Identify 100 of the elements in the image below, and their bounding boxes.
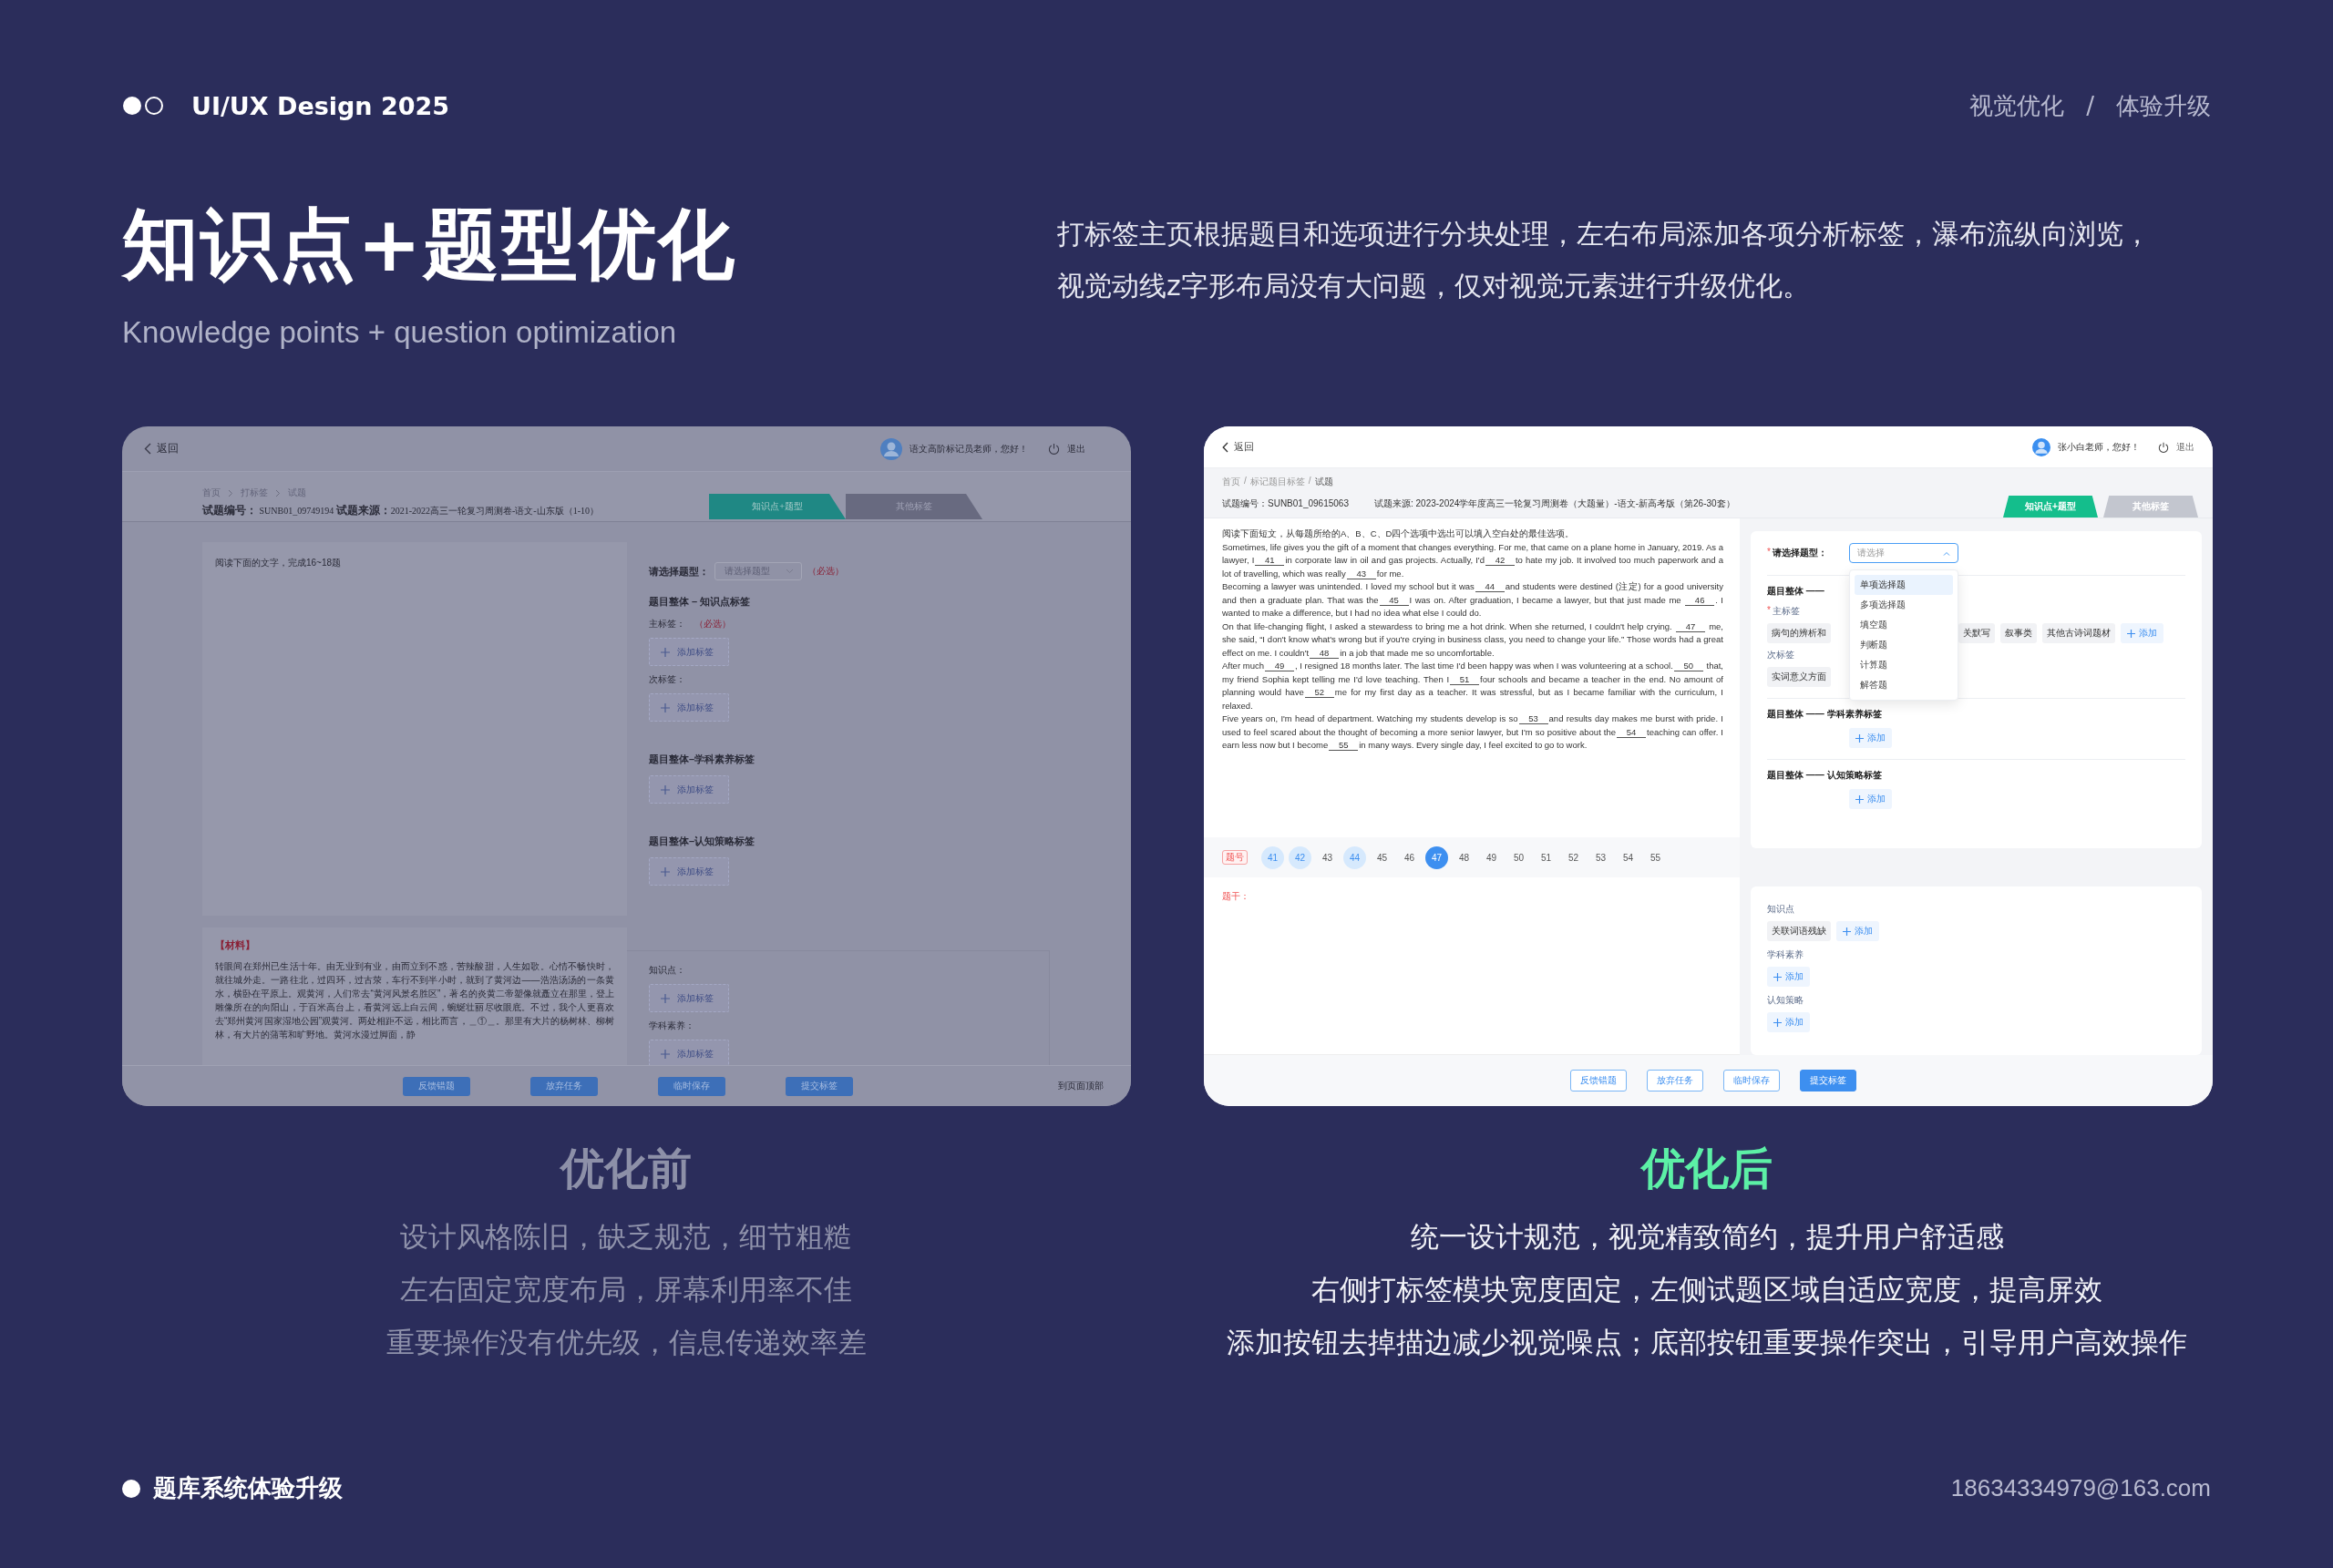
add-button[interactable]: 添加 bbox=[1767, 967, 1810, 987]
section-title: 题目整体–学科素养标签 bbox=[649, 753, 756, 766]
plus-icon bbox=[661, 784, 670, 794]
action-button[interactable]: 反馈错题 bbox=[1570, 1070, 1627, 1091]
passage-paragraph: 阅读下面短文，从每题所给的A、B、C、D四个选项中选出可以填入空白处的最佳选项。 bbox=[1222, 528, 1576, 540]
question-number[interactable]: 49 bbox=[1480, 845, 1503, 869]
action-button[interactable]: 临时保存 bbox=[658, 1076, 725, 1096]
back-link[interactable]: 返回 bbox=[157, 441, 179, 456]
question-number[interactable]: 48 bbox=[1453, 845, 1475, 869]
question-number[interactable]: 41 bbox=[1261, 845, 1284, 869]
question-number[interactable]: 50 bbox=[1507, 845, 1530, 869]
add-button[interactable]: 添加 bbox=[1849, 789, 1892, 809]
field-label: 知识点 bbox=[1767, 903, 1795, 916]
dropdown-option[interactable]: 多项选择题 bbox=[1855, 595, 1953, 615]
question-number[interactable]: 46 bbox=[1398, 845, 1421, 869]
field-label: 学科素养： bbox=[649, 1020, 694, 1032]
field-label: 次标签 bbox=[1767, 649, 1794, 661]
question-number[interactable]: 52 bbox=[1562, 845, 1585, 869]
dropdown-option[interactable]: 判断题 bbox=[1855, 635, 1953, 655]
question-number[interactable]: 43 bbox=[1316, 845, 1339, 869]
tag: 其他古诗词题材 bbox=[2042, 623, 2115, 643]
tab[interactable]: 知识点+题型 bbox=[709, 494, 846, 519]
breadcrumb-item[interactable]: 标记题目标签 bbox=[1249, 476, 1305, 488]
nav-label: 视觉优化 bbox=[1969, 90, 2065, 121]
tag: 病句的辨析和 bbox=[1767, 623, 1831, 643]
tab[interactable]: 知识点+题型 bbox=[2003, 496, 2098, 518]
action-button[interactable]: 提交标签 bbox=[1800, 1070, 1856, 1091]
question-number[interactable]: 42 bbox=[1289, 845, 1311, 869]
add-tag-button[interactable]: 添加标签 bbox=[649, 984, 729, 1012]
question-number[interactable]: 51 bbox=[1535, 845, 1557, 869]
nav-label: 体验升级 bbox=[2116, 90, 2211, 121]
avatar-icon bbox=[880, 437, 902, 460]
chevron-up-icon bbox=[1943, 550, 1950, 556]
breadcrumb-item[interactable]: 首页 bbox=[1222, 476, 1240, 488]
description-line: 视觉动线z字形布局没有大问题，仅对视觉元素进行升级优化。 bbox=[1057, 269, 1811, 303]
add-button[interactable]: 添加 bbox=[1849, 728, 1892, 748]
field-label: 请选择题型： bbox=[1772, 547, 1827, 559]
question-instruction: 阅读下面的文字，完成16~18题 bbox=[215, 557, 343, 569]
page-title: 知识点+题型优化 bbox=[122, 200, 738, 288]
brand-title: UI/UX Design 2025 bbox=[191, 91, 450, 120]
passage-paragraph: Sometimes, life gives you the gift of a moment that changes everything. For me, that came on a plane home in January, 2019. As a lawyer, I 41 in corporate law in oil and gas projects. Actually, I'd 42 to hate my job. It involved too much paperwork and a lot of travelling, which was really 43 for me. bbox=[1222, 540, 1723, 580]
dropdown-option[interactable]: 单项选择题 bbox=[1855, 575, 1953, 595]
plus-icon bbox=[1773, 972, 1782, 981]
back-to-top-link[interactable]: 到页面顶部 bbox=[1058, 1080, 1104, 1092]
add-tag-button[interactable]: 添加标签 bbox=[649, 857, 729, 886]
question-number[interactable]: 45 bbox=[1371, 845, 1393, 869]
chevron-icon bbox=[275, 488, 281, 497]
breadcrumb-separator: / bbox=[1308, 476, 1311, 487]
plus-icon bbox=[1773, 1018, 1782, 1027]
action-button[interactable]: 反馈错题 bbox=[403, 1076, 470, 1096]
question-number[interactable]: 55 bbox=[1644, 845, 1667, 869]
question-number[interactable]: 47 bbox=[1425, 845, 1448, 869]
question-id: 试题编号：SUNB01_09615063 bbox=[1222, 497, 1349, 510]
plus-icon bbox=[661, 1049, 670, 1059]
question-number[interactable]: 54 bbox=[1617, 845, 1639, 869]
back-link[interactable]: 返回 bbox=[1234, 440, 1254, 454]
breadcrumb-item[interactable]: 试题 bbox=[1314, 476, 1333, 488]
section-title: 题目整体 —— 学科素养标签 bbox=[1767, 708, 1882, 721]
avatar-icon bbox=[2032, 437, 2050, 456]
stem-label: 题干： bbox=[1222, 891, 1249, 901]
back-icon bbox=[1222, 441, 1228, 453]
question-number-label: 题号 bbox=[1222, 850, 1248, 865]
action-button[interactable]: 放弃任务 bbox=[1647, 1070, 1703, 1091]
required-note: （必选） bbox=[694, 618, 731, 630]
required-mark: * bbox=[1767, 547, 1771, 559]
tag: 叙事类 bbox=[2000, 623, 2037, 643]
dropdown-option[interactable]: 解答题 bbox=[1855, 675, 1953, 695]
passage-paragraph: Five years on, I'm head of department. Watching my students develop is so 53 and results day makes me burst with pride. I used to feel scared about the thought of becoming a more senior lawyer, but I'm so positive about the 54 teaching can offer. I earn less now but I become 55 in many ways. Every single day, I feel excited to go to work. bbox=[1222, 712, 1723, 753]
tab[interactable]: 其他标签 bbox=[2103, 496, 2198, 518]
field-label: 主标签： bbox=[649, 618, 685, 630]
section-title: 题目整体 —— 认知策略标签 bbox=[1767, 769, 1882, 782]
power-icon bbox=[1048, 443, 1060, 455]
action-button[interactable]: 放弃任务 bbox=[530, 1076, 598, 1096]
plus-icon bbox=[661, 702, 670, 712]
logout-link[interactable]: 退出 bbox=[1067, 442, 1085, 456]
page-subtitle: Knowledge points + question optimization bbox=[122, 315, 678, 350]
add-button[interactable]: 添加 bbox=[1836, 921, 1879, 941]
chevron-icon bbox=[228, 488, 233, 497]
field-label: 认知策略 bbox=[1767, 994, 1804, 1007]
add-button[interactable]: 添加 bbox=[2121, 623, 2163, 643]
question-source: 试题来源: 2023-2024学年度高三一轮复习周测卷（大题量）-语文-新高考版（第26-30套） bbox=[1373, 497, 1735, 510]
field-label: 知识点： bbox=[649, 964, 685, 977]
dropdown-option[interactable]: 填空题 bbox=[1855, 615, 1953, 635]
question-number[interactable]: 53 bbox=[1589, 845, 1612, 869]
comparison-heading: 优化后 bbox=[1641, 1142, 1773, 1195]
footer-title: 题库系统体验升级 bbox=[153, 1473, 343, 1503]
type-select[interactable]: 请选择 bbox=[1849, 543, 1958, 563]
tag: 实词意义方面 bbox=[1767, 667, 1831, 687]
dropdown-option[interactable]: 计算题 bbox=[1855, 655, 1953, 675]
field-label: 次标签： bbox=[649, 673, 685, 686]
question-number[interactable]: 44 bbox=[1343, 845, 1366, 869]
add-tag-button[interactable]: 添加标签 bbox=[649, 775, 729, 804]
add-tag-button[interactable]: 添加标签 bbox=[649, 638, 729, 666]
action-button[interactable]: 提交标签 bbox=[786, 1076, 853, 1096]
power-icon bbox=[2158, 441, 2169, 453]
action-button[interactable]: 临时保存 bbox=[1723, 1070, 1780, 1091]
add-button[interactable]: 添加 bbox=[1767, 1012, 1810, 1032]
logout-link[interactable]: 退出 bbox=[2176, 440, 2194, 454]
required-note: （必选） bbox=[807, 565, 844, 578]
add-tag-button[interactable]: 添加标签 bbox=[649, 693, 729, 722]
